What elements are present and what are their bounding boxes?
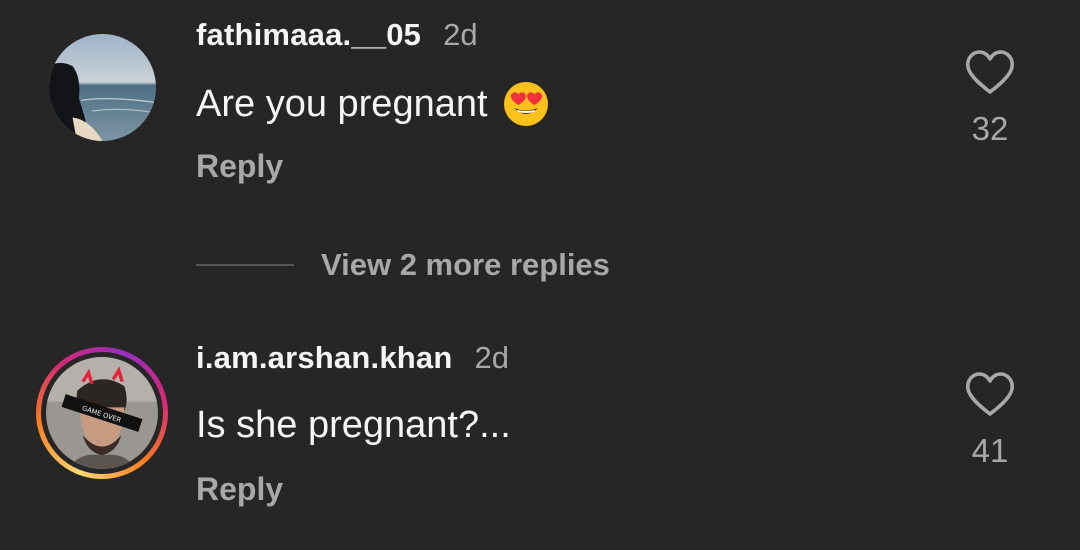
reply-button[interactable]: Reply: [196, 471, 283, 508]
view-more-replies-button[interactable]: View 2 more replies: [196, 247, 610, 283]
avatar: GAME OVER: [46, 357, 158, 469]
comment-text-row: Is she pregnant?...: [196, 404, 511, 447]
comments-list: fathimaaa.__05 2d Are you pregnant Reply: [0, 0, 1080, 550]
like-count: 41: [971, 432, 1009, 469]
comment-text: Is she pregnant?...: [196, 404, 511, 446]
comment-item: i.am.arshan.khan 2d Is she pregnant?... …: [0, 0, 1080, 507]
view-more-replies-label: View 2 more replies: [321, 247, 610, 282]
username[interactable]: i.am.arshan.khan: [196, 340, 452, 376]
divider-line: [196, 264, 294, 266]
timestamp: 2d: [474, 340, 509, 375]
story-ring[interactable]: GAME OVER: [36, 347, 168, 479]
comment-header: i.am.arshan.khan 2d: [196, 340, 509, 376]
heart-icon[interactable]: [964, 370, 1016, 418]
like-section: 41: [960, 370, 1020, 470]
avatar-photo-man: GAME OVER: [46, 357, 158, 469]
